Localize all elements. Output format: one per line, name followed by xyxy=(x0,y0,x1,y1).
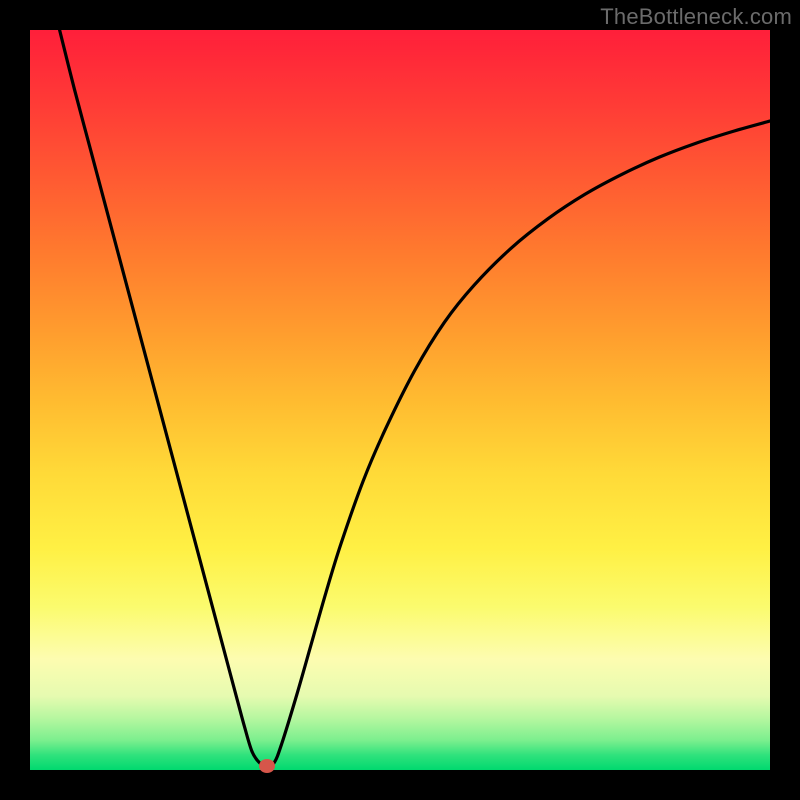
curve-svg xyxy=(30,30,770,770)
chart-frame: TheBottleneck.com xyxy=(0,0,800,800)
watermark-text: TheBottleneck.com xyxy=(600,4,792,30)
plot-area xyxy=(30,30,770,770)
bottleneck-curve xyxy=(60,30,770,766)
optimal-balance-marker xyxy=(259,759,275,773)
